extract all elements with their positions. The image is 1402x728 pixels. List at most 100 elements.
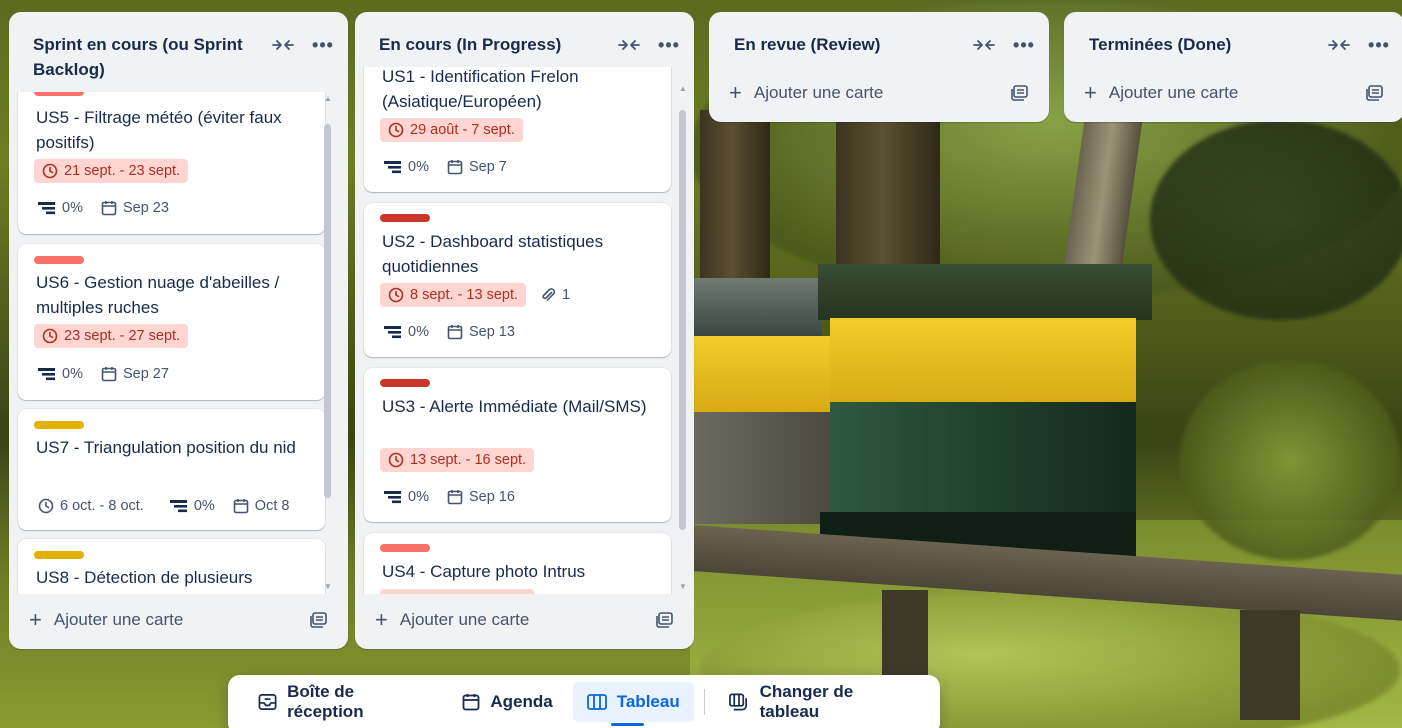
- calendar-icon: [462, 694, 480, 711]
- card-us6[interactable]: US6 - Gestion nuage d'abeilles / multipl…: [18, 244, 325, 400]
- card-title: US3 - Alerte Immédiate (Mail/SMS): [382, 397, 647, 416]
- collapse-arrows-icon[interactable]: [973, 36, 995, 54]
- attachment-count: 1: [562, 287, 571, 303]
- plus-icon: +: [1084, 80, 1097, 105]
- nav-board[interactable]: Tableau: [572, 682, 694, 726]
- nav-divider: [703, 689, 705, 715]
- calendar-icon: [101, 367, 117, 382]
- date-badge[interactable]: [380, 589, 534, 594]
- clock-icon: [388, 287, 404, 303]
- date-badge[interactable]: 23 sept. - 27 sept.: [34, 324, 189, 348]
- list-title[interactable]: En cours (In Progress): [379, 32, 561, 57]
- collapse-arrows-icon[interactable]: [272, 36, 294, 54]
- add-card-label: Ajouter une carte: [53, 610, 184, 629]
- card-label[interactable]: [34, 551, 84, 559]
- progress: 0%: [408, 489, 429, 505]
- card-template-icon[interactable]: [1011, 85, 1029, 101]
- scrollbar[interactable]: [679, 110, 686, 530]
- scroll-down-arrow[interactable]: ▼: [678, 582, 688, 591]
- add-card-button[interactable]: + Ajouter une carte: [1084, 80, 1238, 105]
- more-dots-icon[interactable]: •••: [312, 36, 334, 54]
- card-us5[interactable]: US5 - Filtrage météo (éviter faux positi…: [18, 92, 325, 234]
- date-badge[interactable]: 21 sept. - 23 sept.: [34, 159, 189, 183]
- card-us4[interactable]: US4 - Capture photo Intrus: [364, 533, 671, 594]
- checklist-bars-icon: [384, 491, 401, 504]
- checklist-bars-icon: [384, 161, 401, 174]
- calendar-icon: [233, 499, 249, 514]
- list-title[interactable]: Terminées (Done): [1089, 32, 1231, 57]
- card-us2[interactable]: US2 - Dashboard statistiques quotidienne…: [364, 203, 671, 357]
- list-header: Terminées (Done) •••: [1064, 12, 1402, 67]
- nav-inbox[interactable]: Boîte de réception: [244, 682, 442, 722]
- add-card-button[interactable]: + Ajouter une carte: [729, 80, 883, 105]
- calendar-icon: [447, 160, 463, 175]
- nav-switch-board[interactable]: Changer de tableau: [715, 682, 924, 722]
- date-badge[interactable]: 13 sept. - 16 sept.: [380, 448, 535, 472]
- more-dots-icon[interactable]: •••: [1013, 36, 1035, 54]
- card-label[interactable]: [34, 256, 84, 264]
- calendar-icon: [447, 490, 463, 505]
- list-title[interactable]: Sprint en cours (ou Sprint Backlog): [33, 32, 263, 82]
- due-badge: Sep 27: [101, 366, 169, 382]
- date-range: 21 sept. - 23 sept.: [64, 163, 181, 179]
- date-badge[interactable]: 6 oct. - 8 oct.: [34, 494, 152, 518]
- card-title: US4 - Capture photo Intrus: [382, 562, 586, 581]
- clock-icon: [388, 122, 404, 138]
- add-card-button[interactable]: + Ajouter une carte: [375, 607, 530, 632]
- card-us1[interactable]: US1 - Identification Frelon (Asiatique/E…: [364, 67, 671, 192]
- date-range: 6 oct. - 8 oct.: [60, 498, 144, 514]
- calendar-icon: [101, 201, 117, 216]
- more-dots-icon[interactable]: •••: [658, 36, 680, 54]
- more-dots-icon[interactable]: •••: [1368, 36, 1390, 54]
- card-label[interactable]: [34, 92, 84, 96]
- list-title[interactable]: En revue (Review): [734, 32, 880, 57]
- add-card-label: Ajouter une carte: [399, 610, 530, 629]
- card-label[interactable]: [380, 544, 430, 552]
- nav-agenda[interactable]: Agenda: [448, 682, 566, 722]
- nav-inbox-label: Boîte de réception: [287, 682, 364, 721]
- switch-board-icon: [728, 693, 747, 711]
- add-card-row: + Ajouter une carte: [709, 69, 1049, 117]
- card-label[interactable]: [380, 214, 430, 222]
- checklist-bars-icon: [38, 202, 55, 215]
- collapse-arrows-icon[interactable]: [618, 36, 640, 54]
- checklist-badge: 0%: [169, 498, 215, 514]
- date-badge[interactable]: 29 août - 7 sept.: [380, 118, 523, 142]
- date-badge[interactable]: 8 sept. - 13 sept.: [380, 283, 527, 307]
- card-list[interactable]: US5 - Filtrage météo (éviter faux positi…: [9, 92, 348, 594]
- checklist-badge: 0%: [38, 200, 83, 216]
- due-date: Sep 23: [122, 200, 169, 216]
- checklist-badge: 0%: [384, 489, 429, 505]
- scroll-up-arrow[interactable]: ▲: [323, 94, 333, 103]
- list-review: En revue (Review) ••• + Ajouter une cart…: [709, 12, 1049, 122]
- card-label[interactable]: [380, 379, 430, 387]
- card-template-icon[interactable]: [1366, 85, 1384, 101]
- card-us8[interactable]: US8 - Détection de plusieurs: [18, 539, 325, 594]
- add-card-button[interactable]: + Ajouter une carte: [29, 607, 184, 632]
- card-us7[interactable]: US7 - Triangulation position du nid 6 oc…: [18, 409, 325, 530]
- scroll-up-arrow[interactable]: ▲: [678, 84, 688, 93]
- card-label[interactable]: [34, 421, 84, 429]
- card-template-icon[interactable]: [656, 612, 674, 628]
- clock-icon: [42, 163, 58, 179]
- scrollbar[interactable]: [324, 124, 331, 498]
- plus-icon: +: [375, 607, 388, 632]
- date-range: 29 août - 7 sept.: [410, 122, 515, 138]
- collapse-arrows-icon[interactable]: [1328, 36, 1350, 54]
- plus-icon: +: [729, 80, 742, 105]
- due-badge: Sep 16: [447, 489, 515, 505]
- card-title: US7 - Triangulation position du nid: [36, 438, 296, 457]
- plus-icon: +: [29, 607, 42, 632]
- card-template-icon[interactable]: [310, 612, 328, 628]
- card-title: US6 - Gestion nuage d'abeilles / multipl…: [36, 273, 280, 317]
- attachment-badge: 1: [540, 287, 570, 303]
- checklist-bars-icon: [169, 500, 187, 513]
- scroll-down-arrow[interactable]: ▼: [323, 582, 333, 591]
- due-date: Sep 27: [122, 366, 169, 382]
- card-list[interactable]: US1 - Identification Frelon (Asiatique/E…: [355, 67, 694, 594]
- card-us3[interactable]: US3 - Alerte Immédiate (Mail/SMS) 13 sep…: [364, 368, 671, 522]
- add-card-row: + Ajouter une carte: [355, 596, 694, 644]
- due-badge: Oct 8: [233, 498, 290, 514]
- date-range: 8 sept. - 13 sept.: [410, 287, 519, 303]
- due-date: Oct 8: [254, 498, 290, 514]
